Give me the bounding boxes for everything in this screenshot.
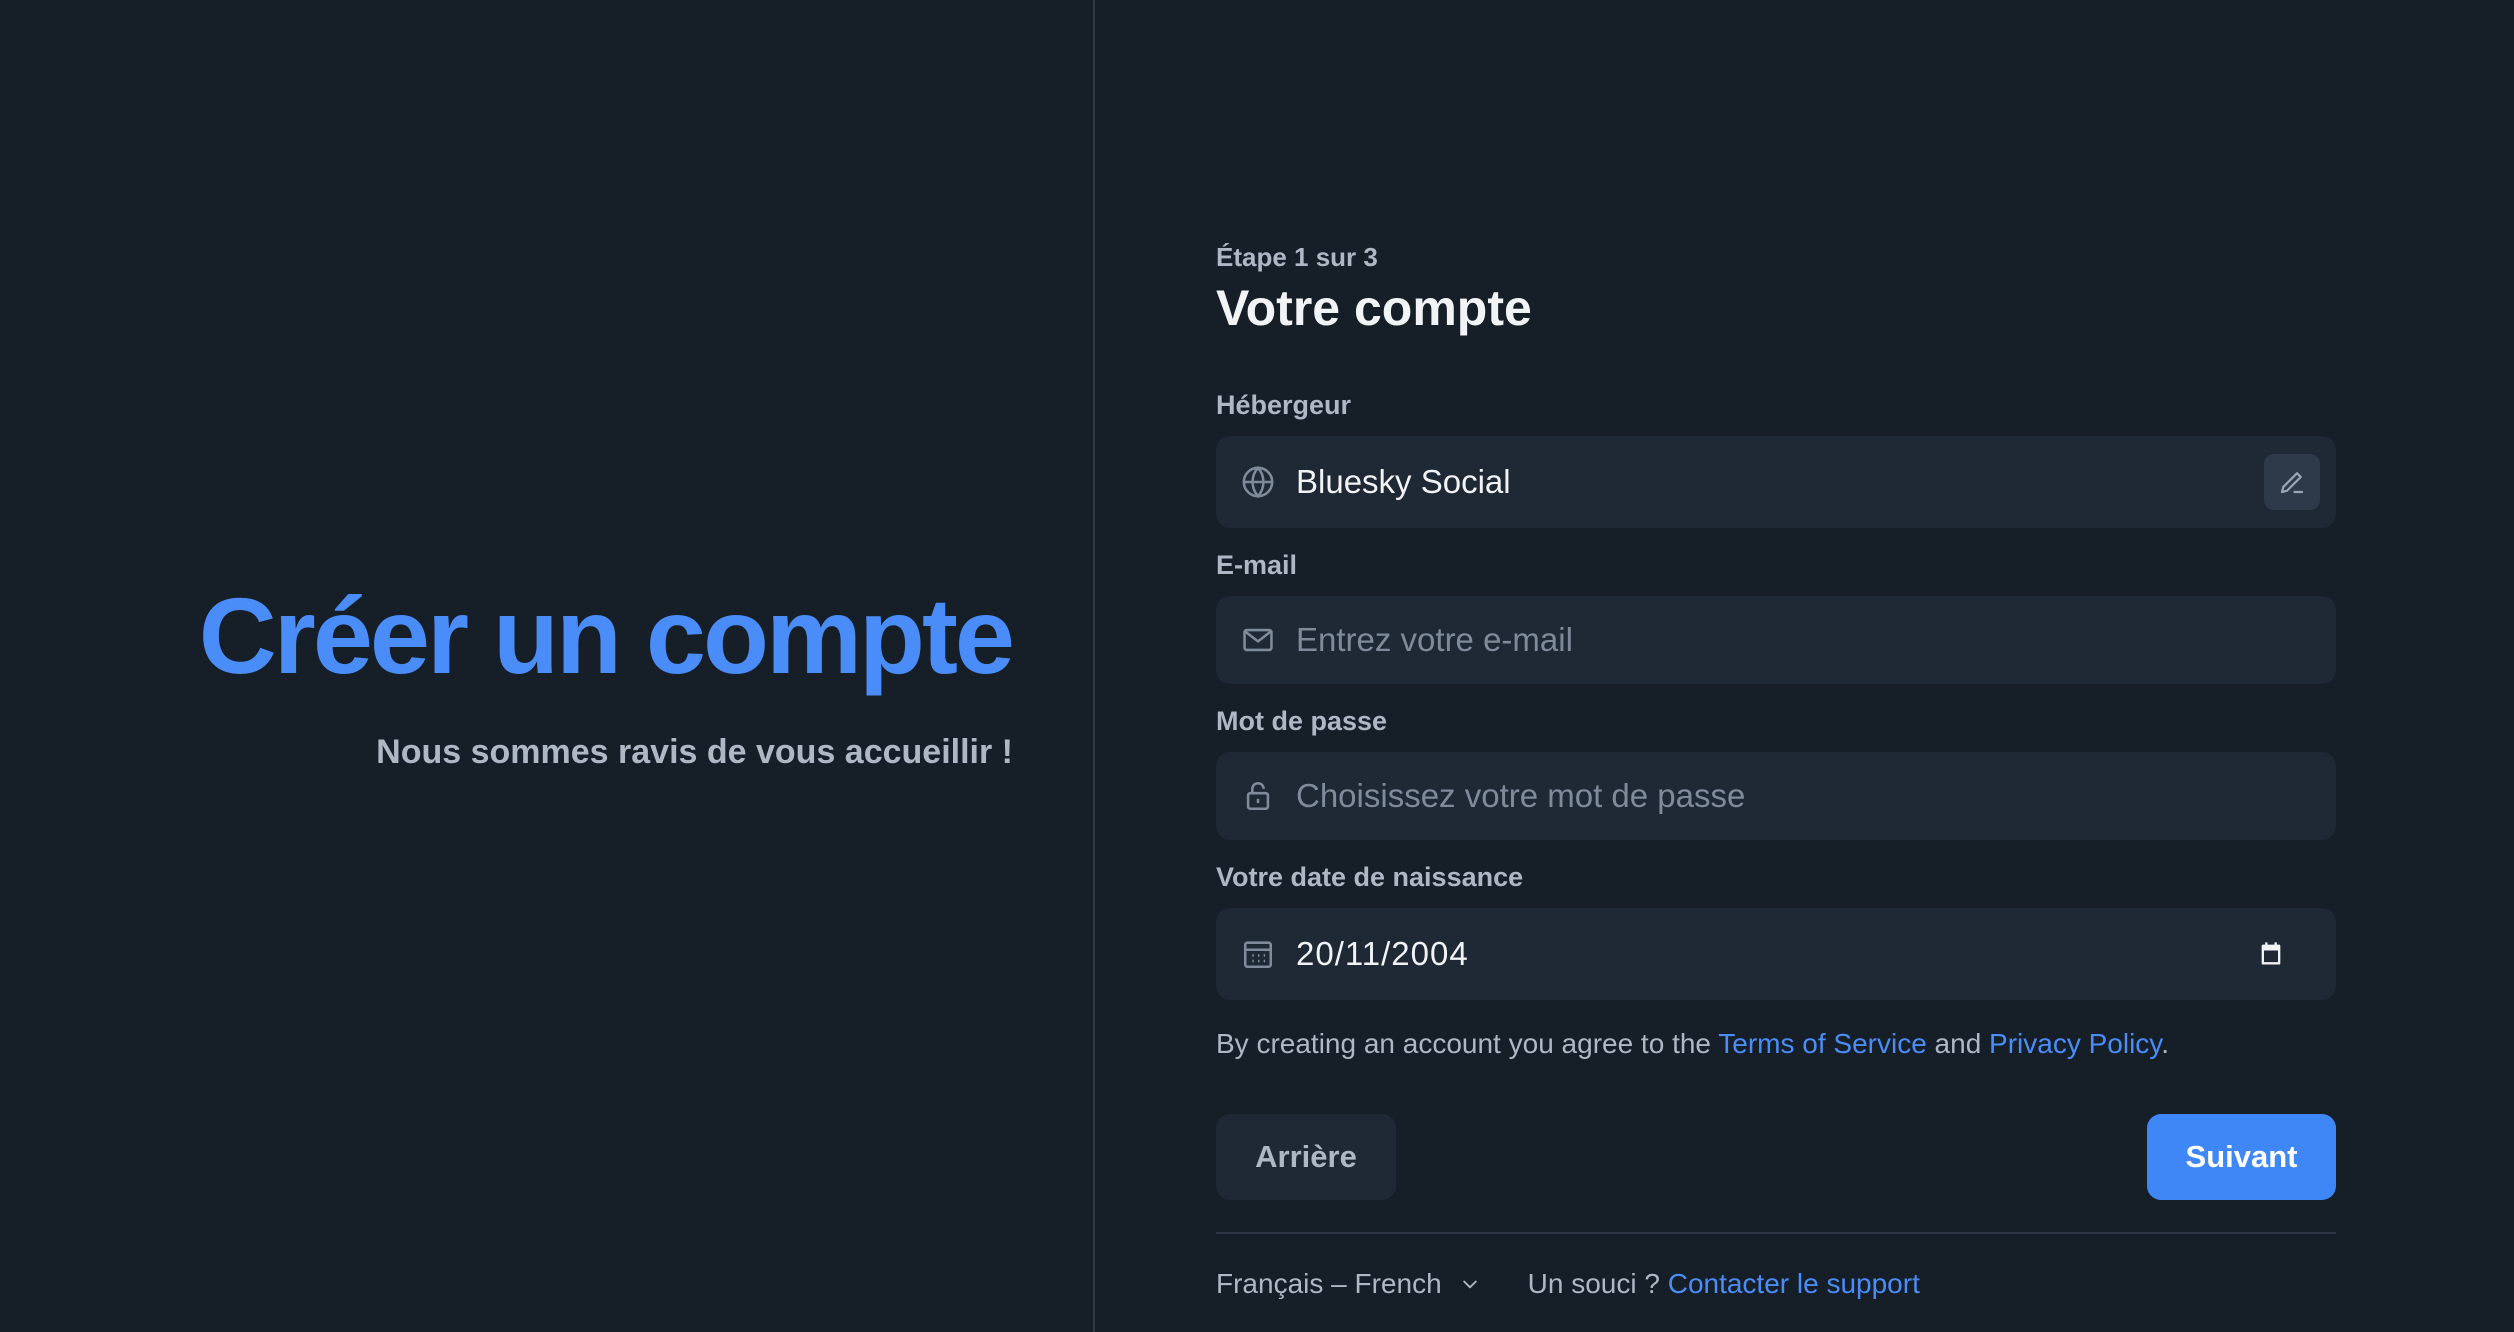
privacy-policy-link[interactable]: Privacy Policy	[1989, 1028, 2161, 1059]
email-label: E-mail	[1216, 550, 1298, 580]
birthdate-field[interactable]: 20/11/2004	[1216, 908, 2336, 1000]
host-field[interactable]: Bluesky Social	[1216, 436, 2336, 528]
terms-middle: and	[1926, 1028, 1990, 1059]
pencil-icon	[2277, 467, 2307, 497]
globe-icon	[1240, 464, 1276, 500]
terms-suffix: .	[2161, 1028, 2170, 1059]
email-field[interactable]: Entrez votre e-mail	[1216, 596, 2336, 684]
calendar-icon	[1240, 936, 1276, 972]
footer: Français – French Un souci ? Contacter l…	[1216, 1264, 2336, 1304]
terms-notice: By creating an account you agree to the …	[1216, 1026, 2336, 1062]
birthdate-label: Votre date de naissance	[1216, 862, 1524, 892]
back-button[interactable]: Arrière	[1216, 1114, 1396, 1200]
calendar-picker-icon[interactable]	[2256, 939, 2286, 969]
edit-host-button[interactable]	[2264, 454, 2320, 510]
host-label: Hébergeur	[1216, 390, 1352, 420]
language-select[interactable]: Français – French	[1216, 1268, 1480, 1300]
host-value: Bluesky Social	[1296, 463, 1511, 500]
terms-of-service-link[interactable]: Terms of Service	[1718, 1028, 1927, 1059]
step-indicator: Étape 1 sur 3	[1216, 242, 1378, 272]
mail-icon	[1240, 622, 1276, 658]
email-input[interactable]: Entrez votre e-mail	[1296, 621, 1573, 659]
password-label: Mot de passe	[1216, 706, 1388, 736]
language-value: Français – French	[1216, 1268, 1442, 1299]
password-input[interactable]: Choisissez votre mot de passe	[1296, 777, 1745, 815]
button-row: Arrière Suivant	[1216, 1114, 2336, 1200]
left-pane: Créer un compte Nous sommes ravis de vou…	[0, 0, 1093, 1332]
signup-form: Étape 1 sur 3 Votre compte Hébergeur Blu…	[1216, 240, 2336, 1304]
hero-title: Créer un compte	[198, 575, 1015, 696]
chevron-down-icon	[1460, 1274, 1480, 1294]
support-prefix: Un souci ?	[1527, 1268, 1668, 1299]
birthdate-value[interactable]: 20/11/2004	[1296, 935, 1469, 973]
support-text: Un souci ? Contacter le support	[1528, 1268, 1920, 1300]
next-button[interactable]: Suivant	[2147, 1114, 2336, 1200]
hero-subtitle: Nous sommes ravis de vous accueillir !	[376, 733, 1013, 771]
password-field[interactable]: Choisissez votre mot de passe	[1216, 752, 2336, 840]
contact-support-link[interactable]: Contacter le support	[1668, 1268, 1920, 1299]
terms-prefix: By creating an account you agree to the	[1216, 1028, 1719, 1059]
form-title: Votre compte	[1216, 280, 1532, 336]
lock-icon	[1240, 778, 1276, 814]
